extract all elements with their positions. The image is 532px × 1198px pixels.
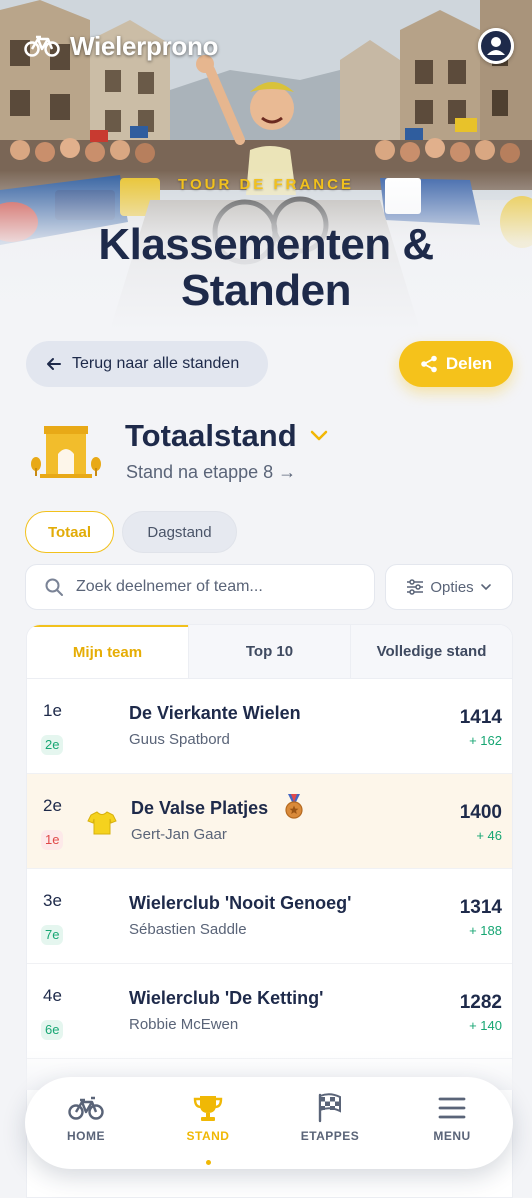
player-name: Robbie McEwen — [129, 1016, 239, 1033]
rank: 3e — [43, 891, 62, 910]
tab-full-standing[interactable]: Volledige stand — [350, 625, 512, 678]
yellow-jersey-icon — [87, 811, 117, 835]
profile-button[interactable] — [478, 28, 514, 64]
rank: 1e — [43, 701, 62, 720]
share-button[interactable]: Delen — [399, 341, 513, 387]
back-to-standings-button[interactable]: Terug naar alle standen — [26, 341, 268, 387]
team-name: De Vierkante Wielen — [129, 703, 301, 723]
points: 1414 — [459, 707, 502, 728]
nav-home[interactable]: HOME — [25, 1077, 147, 1169]
hero-banner: Wielerprono TOUR DE FRANCE Klassementen … — [0, 0, 532, 330]
points: 1282 — [459, 992, 502, 1013]
nav-stand[interactable]: STAND — [147, 1077, 269, 1169]
points: 1400 — [459, 802, 502, 823]
search-box[interactable] — [25, 564, 375, 610]
bottom-navigation: HOME STAND ETAPPES MENU — [25, 1077, 513, 1169]
points-gain: + 140 — [469, 1018, 502, 1033]
day-rank-badge: 6e — [41, 1020, 64, 1040]
rank: 2e — [43, 796, 62, 815]
chevron-down-icon[interactable] — [309, 429, 329, 443]
points-gain: + 162 — [469, 733, 502, 748]
top-bar: Wielerprono — [24, 26, 514, 66]
options-label: Opties — [430, 578, 474, 596]
medal-icon — [285, 794, 303, 819]
team-name: De Valse Platjes — [131, 798, 269, 818]
nav-home-label: HOME — [67, 1129, 105, 1143]
segment-day[interactable]: Dagstand — [122, 511, 237, 553]
player-name: Gert-Jan Gaar — [131, 826, 227, 843]
rank: 4e — [43, 986, 62, 1005]
team-name: Wielerclub 'De Ketting' — [129, 988, 324, 1008]
table-row[interactable]: 3e 7e Wielerclub 'Nooit Genoeg' Sébastie… — [27, 869, 512, 964]
checkered-flag-icon — [318, 1093, 341, 1123]
standings-tabs: Mijn team Top 10 Volledige stand — [27, 625, 512, 679]
app-title: Wielerprono — [70, 30, 219, 61]
team-name: Wielerclub 'Nooit Genoeg' — [129, 893, 352, 913]
trophy-icon — [193, 1096, 223, 1121]
nav-menu[interactable]: MENU — [391, 1077, 513, 1169]
options-button[interactable]: Opties — [385, 564, 513, 610]
share-icon — [421, 355, 437, 373]
table-row[interactable]: 1e 2e De Vierkante Wielen Guus Spatbord … — [27, 679, 512, 774]
standing-title[interactable]: Totaalstand — [125, 418, 329, 454]
points-gain: + 188 — [469, 923, 502, 938]
day-rank-badge: 2e — [41, 735, 64, 755]
arrow-left-icon — [47, 358, 61, 370]
page-title-line1: Klassementen & — [98, 220, 434, 269]
hamburger-menu-icon — [438, 1097, 466, 1119]
tab-top-10[interactable]: Top 10 — [188, 625, 350, 678]
table-row-own-team[interactable]: 2e 1e De Valse Platjes Gert-Jan Gaar 140… — [27, 774, 512, 869]
active-indicator — [205, 1160, 211, 1165]
bicycle-icon — [68, 1096, 104, 1120]
day-rank-badge: 7e — [41, 925, 64, 945]
standing-subtitle-link[interactable]: Stand na etappe 8 → — [126, 462, 296, 483]
tab-my-team[interactable]: Mijn team — [27, 625, 188, 678]
user-icon — [478, 28, 514, 64]
nav-stand-label: STAND — [186, 1129, 230, 1143]
points: 1314 — [459, 897, 502, 918]
arc-de-triomphe-icon — [31, 426, 101, 478]
competition-eyebrow: TOUR DE FRANCE — [178, 176, 354, 193]
search-icon — [45, 578, 63, 596]
share-button-label: Delen — [445, 354, 493, 373]
points-gain: + 46 — [476, 828, 502, 843]
nav-menu-label: MENU — [433, 1129, 471, 1143]
nav-stages-label: ETAPPES — [300, 1129, 360, 1143]
day-rank-badge: 1e — [41, 830, 64, 850]
nav-stages[interactable]: ETAPPES — [269, 1077, 391, 1169]
page-title: Klassementen & Standen — [0, 222, 532, 314]
table-row[interactable]: 4e 6e Wielerclub 'De Ketting' Robbie McE… — [27, 964, 512, 1059]
player-name: Guus Spatbord — [129, 731, 230, 748]
segment-total[interactable]: Totaal — [25, 511, 114, 553]
chevron-down-icon — [480, 584, 491, 591]
search-input[interactable] — [76, 578, 356, 596]
sliders-icon — [407, 579, 424, 595]
page-title-line2: Standen — [180, 266, 352, 315]
standing-title-text: Totaalstand — [125, 418, 297, 453]
bicycle-logo-icon[interactable] — [24, 34, 60, 58]
player-name: Sébastien Saddle — [129, 921, 247, 938]
back-button-label: Terug naar alle standen — [72, 355, 240, 372]
